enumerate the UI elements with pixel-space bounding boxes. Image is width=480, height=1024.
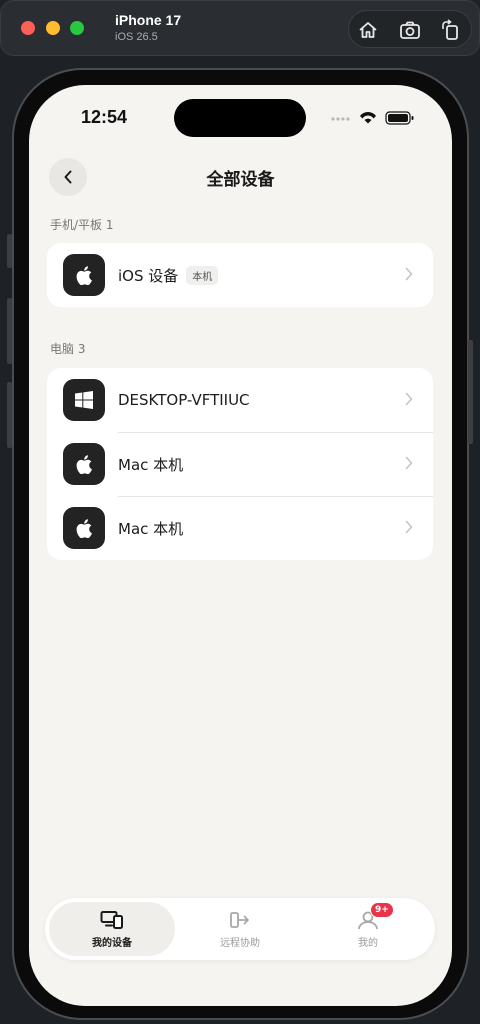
device-row[interactable]: iOS 设备 本机 bbox=[47, 243, 433, 307]
apple-icon bbox=[63, 254, 105, 296]
profile-icon: 9+ bbox=[356, 901, 394, 930]
simulator-os-version: iOS 26.5 bbox=[115, 31, 158, 43]
zoom-window-button[interactable] bbox=[70, 21, 84, 35]
tab-label: 我的 bbox=[358, 937, 378, 949]
notification-badge: 9+ bbox=[370, 901, 394, 918]
simulator-device-name: iPhone 17 bbox=[115, 12, 182, 28]
power-button[interactable] bbox=[468, 340, 473, 444]
apple-icon bbox=[63, 507, 105, 549]
section-label-mobile: 手机/平板 1 bbox=[50, 218, 114, 232]
volume-down-button[interactable] bbox=[7, 382, 12, 448]
volume-up-button[interactable] bbox=[7, 298, 12, 364]
devices-icon bbox=[100, 910, 124, 930]
apple-icon bbox=[63, 443, 105, 485]
rotate-icon[interactable] bbox=[439, 19, 461, 41]
device-list-computers: DESKTOP-VFTIIUC Mac 本机 Mac 本机 bbox=[47, 368, 433, 560]
device-name: Mac 本机 bbox=[118, 455, 184, 474]
tab-bar: 我的设备 远程协助 9+ 我的 bbox=[45, 898, 435, 960]
screenshot-icon[interactable] bbox=[399, 19, 421, 41]
status-time: 12:54 bbox=[81, 107, 128, 127]
minimize-window-button[interactable] bbox=[46, 21, 60, 35]
tab-profile[interactable]: 9+ 我的 bbox=[305, 901, 431, 956]
signal-wifi-battery-icon bbox=[331, 111, 414, 125]
chevron-right-icon bbox=[405, 267, 413, 281]
close-window-button[interactable] bbox=[21, 21, 35, 35]
chevron-right-icon bbox=[405, 520, 413, 534]
windows-icon bbox=[63, 379, 105, 421]
device-name: DESKTOP-VFTIIUC bbox=[118, 391, 250, 409]
tab-my-devices[interactable]: 我的设备 bbox=[49, 902, 175, 956]
section-label-computers: 电脑 3 bbox=[50, 342, 86, 356]
tab-label: 我的设备 bbox=[92, 937, 132, 949]
app-screen: 12:54 全部设备 手机/平板 1 iOS 设备 本机 电脑 3 DESKTO… bbox=[29, 85, 452, 1006]
device-name: iOS 设备 bbox=[118, 266, 179, 285]
this-device-badge: 本机 bbox=[186, 265, 219, 285]
page-title: 全部设备 bbox=[206, 170, 275, 190]
simulator-toolbar: iPhone 17 iOS 26.5 bbox=[0, 0, 480, 56]
device-name: Mac 本机 bbox=[118, 519, 184, 538]
chevron-right-icon bbox=[405, 456, 413, 470]
home-icon[interactable] bbox=[357, 19, 379, 41]
status-icons bbox=[329, 109, 419, 127]
device-row[interactable]: Mac 本机 bbox=[47, 432, 433, 496]
remote-assist-icon bbox=[228, 910, 252, 930]
tab-remote-assist[interactable]: 远程协助 bbox=[177, 902, 303, 956]
chevron-right-icon bbox=[405, 392, 413, 406]
device-list-mobile: iOS 设备 本机 bbox=[47, 243, 433, 307]
action-button[interactable] bbox=[7, 234, 12, 268]
dynamic-island bbox=[174, 99, 306, 137]
device-row[interactable]: Mac 本机 bbox=[47, 496, 433, 560]
device-row[interactable]: DESKTOP-VFTIIUC bbox=[47, 368, 433, 432]
tab-label: 远程协助 bbox=[220, 937, 260, 949]
simulator-tools bbox=[348, 10, 472, 48]
